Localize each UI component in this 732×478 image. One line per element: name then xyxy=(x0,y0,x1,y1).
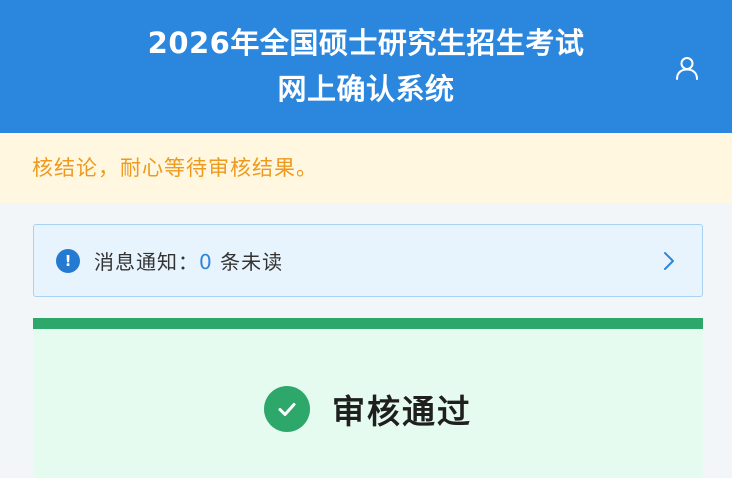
review-status-text: 审核通过 xyxy=(332,392,472,431)
message-notification-bar[interactable]: ! 消息通知：0 条未读 xyxy=(33,224,703,297)
notification-label: 消息通知： xyxy=(94,250,199,274)
review-status-card: 审核通过 xyxy=(33,318,703,478)
page-title: 2026年全国硕士研究生招生考试 网上确认系统 xyxy=(0,20,732,112)
title-line-2: 网上确认系统 xyxy=(277,72,455,106)
user-profile-button[interactable] xyxy=(671,52,703,84)
announcement-marquee: 核结论，耐心等待审核结果。 xyxy=(0,133,732,203)
app-header: 2026年全国硕士研究生招生考试 网上确认系统 xyxy=(0,0,732,133)
check-circle-icon xyxy=(264,386,310,432)
user-icon xyxy=(676,57,698,80)
notification-text: 消息通知：0 条未读 xyxy=(94,246,283,275)
marquee-text: 核结论，耐心等待审核结果。 xyxy=(32,156,318,180)
notification-suffix: 条未读 xyxy=(220,250,284,274)
info-icon: ! xyxy=(56,248,80,273)
status-row: 审核通过 xyxy=(33,385,703,433)
unread-count: 0 xyxy=(199,250,213,274)
title-line-1: 2026年全国硕士研究生招生考试 xyxy=(147,26,585,60)
chevron-right-icon xyxy=(664,252,674,270)
